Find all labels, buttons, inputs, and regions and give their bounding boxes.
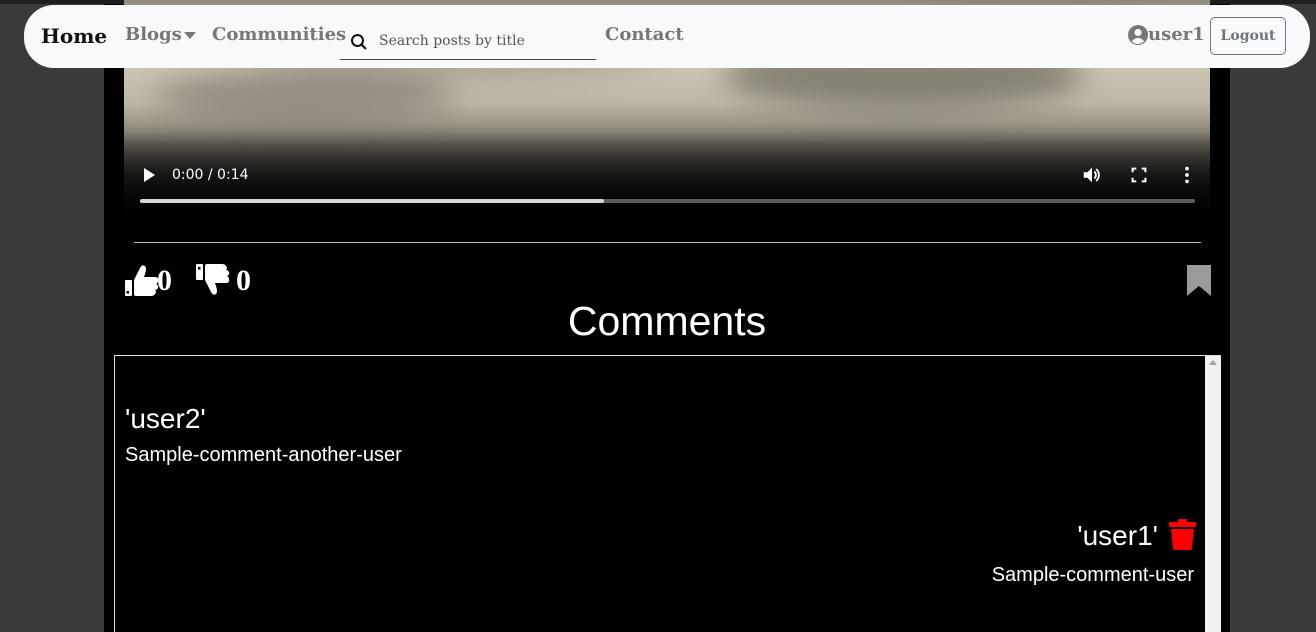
scroll-up-arrow-icon[interactable] (1209, 360, 1217, 365)
comments-heading: Comments (567, 298, 767, 344)
video-controls-gradient (124, 132, 1210, 222)
comments-scrollbar[interactable] (1205, 356, 1221, 632)
volume-icon (1083, 167, 1100, 183)
video-buffered-fill (140, 199, 605, 203)
nav-contact-link[interactable]: Contact (605, 24, 684, 45)
play-button[interactable] (139, 165, 159, 185)
dislike-count: 0 (236, 264, 251, 297)
more-vert-icon (1185, 166, 1189, 184)
search-icon (351, 34, 367, 50)
trash-icon (1169, 519, 1196, 550)
divider (134, 242, 1201, 243)
search-bar[interactable] (340, 24, 596, 60)
comment-author: 'user2' (125, 403, 206, 434)
thumbs-up-icon (125, 265, 159, 296)
thumbs-down-icon (196, 264, 230, 295)
comment-text: Sample-comment-another-user (125, 444, 402, 466)
username-label: user1 (1148, 24, 1205, 45)
nav-home-link[interactable]: Home (41, 24, 107, 48)
like-count: 0 (157, 264, 172, 297)
play-icon (144, 168, 155, 182)
bookmark-icon (1187, 265, 1211, 296)
nav-communities-link[interactable]: Communities (212, 24, 346, 45)
bookmark-button[interactable] (1186, 264, 1212, 297)
video-progress-bar[interactable] (140, 199, 1195, 203)
comment-author: 'user1' (1077, 520, 1158, 551)
volume-button[interactable] (1081, 164, 1103, 186)
fullscreen-button[interactable] (1128, 164, 1150, 186)
comment-text: Sample-comment-user (991, 564, 1194, 586)
comments-list[interactable] (114, 355, 1221, 632)
search-input[interactable] (379, 29, 589, 53)
logout-button[interactable]: Logout (1210, 17, 1286, 55)
fullscreen-icon (1131, 167, 1147, 183)
user-circle-icon (1128, 25, 1148, 45)
chevron-down-icon[interactable] (184, 32, 196, 39)
delete-comment-button[interactable] (1169, 519, 1196, 550)
more-options-button[interactable] (1176, 164, 1198, 186)
cloud-texture (154, 70, 454, 120)
video-time: 0:00 / 0:14 (172, 167, 249, 183)
nav-blogs-dropdown[interactable]: Blogs (125, 24, 182, 45)
